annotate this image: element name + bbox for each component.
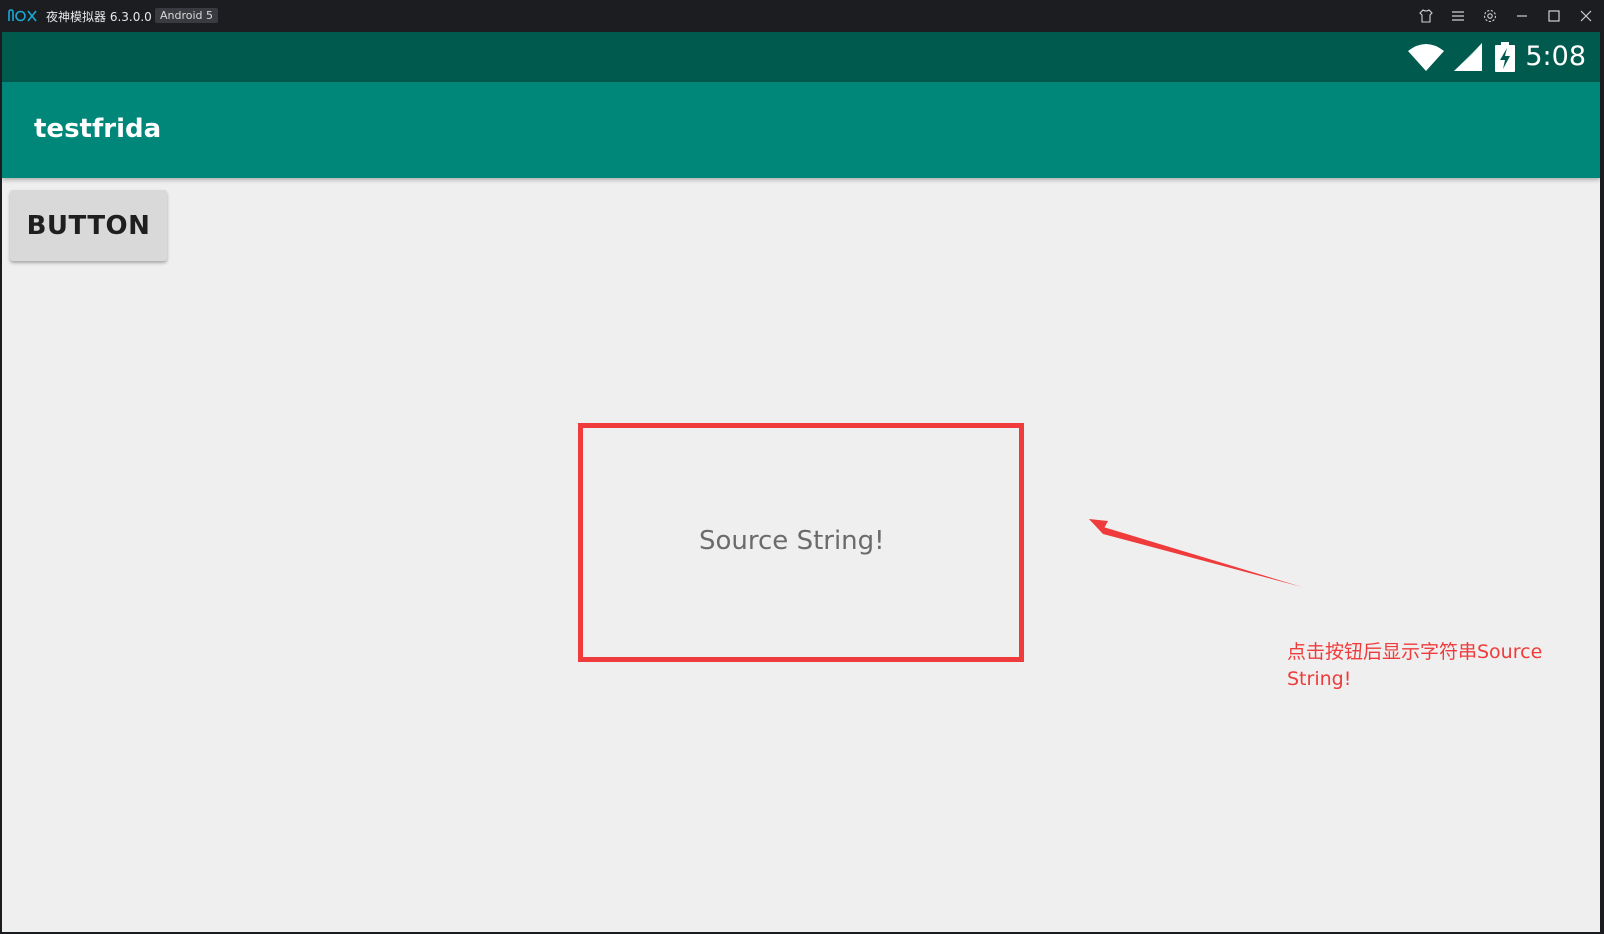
android-screen: 5:08 testfrida BUTTON Source String! 点击按… (2, 32, 1600, 932)
annotation-highlight-box (578, 423, 1024, 662)
app-bar: testfrida (2, 82, 1600, 178)
app-title: testfrida (34, 114, 162, 144)
signal-icon (1454, 43, 1482, 71)
nox-logo-icon (8, 9, 37, 22)
battery-charging-icon (1495, 42, 1515, 72)
gear-icon[interactable] (1481, 7, 1499, 25)
status-icons (1408, 42, 1516, 72)
annotation-note: 点击按钮后显示字符串Source String! (1287, 641, 1543, 690)
shirt-icon[interactable] (1417, 7, 1435, 25)
main-button[interactable]: BUTTON (10, 190, 167, 261)
android-version-badge: Android 5 (155, 8, 219, 23)
wifi-icon (1408, 44, 1444, 71)
minimize-icon[interactable] (1513, 7, 1531, 25)
menu-icon[interactable] (1449, 7, 1467, 25)
status-clock: 5:08 (1525, 41, 1586, 72)
close-icon[interactable] (1577, 7, 1595, 25)
status-bar: 5:08 (2, 32, 1600, 82)
emulator-title-bar: 夜神模拟器 6.3.0.0 Android 5 (0, 0, 1604, 32)
emulator-title: 夜神模拟器 6.3.0.0 (46, 10, 152, 24)
maximize-icon[interactable] (1545, 7, 1563, 25)
